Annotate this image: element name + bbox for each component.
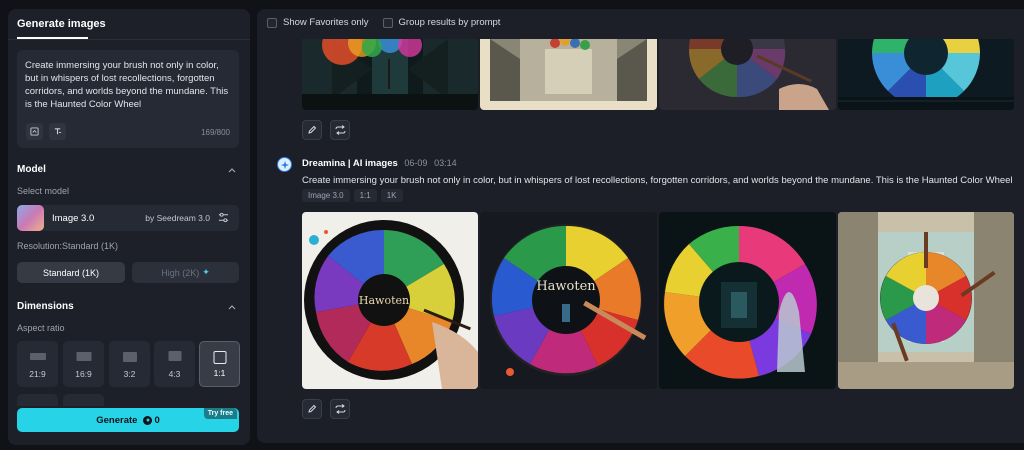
chevron-up-icon[interactable] xyxy=(227,165,237,175)
resolution-high-label: High (2K) xyxy=(161,267,200,278)
settings-sliders-icon[interactable] xyxy=(218,212,229,223)
aspect-21-9[interactable]: 21:9 xyxy=(17,341,58,387)
prompt-counter: 169/800 xyxy=(201,128,230,137)
filter-bar: Show Favorites only Group results by pro… xyxy=(267,17,500,28)
color-wheel-figure-image: Hawoten xyxy=(480,212,657,389)
aspect-label: 4:3 xyxy=(168,369,181,379)
tag-ratio: 1:1 xyxy=(353,189,377,202)
regenerate-button[interactable] xyxy=(330,120,350,140)
tab-bar: Generate images xyxy=(8,9,250,40)
resolution-label: Resolution:Standard (1K) xyxy=(17,241,119,251)
sketch-corridor-image xyxy=(480,39,657,110)
credit-icon: ● xyxy=(143,415,153,425)
group-author: Dreamina | AI images 06-09 03:14 xyxy=(302,158,457,169)
results-panel: Show Favorites only Group results by pro… xyxy=(257,9,1024,443)
color-wheel-ghost-image xyxy=(659,212,836,389)
generate-button[interactable]: Generate ● 0 Try free xyxy=(17,408,239,432)
chevron-up-icon[interactable] xyxy=(227,302,237,312)
generation-tags: Image 3.0 1:1 1K xyxy=(302,189,403,202)
repeat-icon xyxy=(335,125,345,135)
tag-resolution: 1K xyxy=(380,189,403,202)
color-wheel-castle-image: Hawoten xyxy=(302,212,478,389)
text-icon xyxy=(54,128,62,135)
resolution-standard-label: Standard (1K) xyxy=(42,267,100,278)
group-checkbox[interactable] xyxy=(382,17,393,28)
generated-image-4[interactable] xyxy=(838,212,1014,389)
edit-prompt-button[interactable] xyxy=(302,399,322,419)
ratio-shape-icon xyxy=(122,352,137,362)
group-time: 03:14 xyxy=(434,158,457,168)
image-reference-button[interactable] xyxy=(26,123,43,140)
aspect-label: 1:1 xyxy=(213,368,226,378)
credit-cost: ● 0 xyxy=(143,414,160,426)
model-section-title: Model xyxy=(17,164,46,175)
previous-image-3[interactable] xyxy=(659,39,836,110)
sparkle-icon: ✦ xyxy=(202,267,210,277)
aspect-1-1[interactable]: 1:1 xyxy=(199,341,240,387)
generated-image-2[interactable]: Hawoten xyxy=(480,212,657,389)
previous-image-1[interactable] xyxy=(302,39,478,110)
pencil-icon xyxy=(308,404,317,413)
group-filter[interactable]: Group results by prompt xyxy=(382,17,501,28)
text-format-button[interactable] xyxy=(49,123,66,140)
model-provider: by Seedream 3.0 xyxy=(145,213,210,223)
resolution-high-button[interactable]: High (2K) ✦ xyxy=(132,262,239,283)
favorites-checkbox[interactable] xyxy=(267,17,277,28)
try-free-badge: Try free xyxy=(203,408,237,419)
favorites-label: Show Favorites only xyxy=(283,17,369,28)
tag-model: Image 3.0 xyxy=(302,189,350,202)
author-name: Dreamina | AI images xyxy=(302,158,398,169)
select-model-label: Select model xyxy=(17,186,70,196)
colorwheel-tile-image xyxy=(838,39,1014,110)
model-selector[interactable]: Image 3.0 by Seedream 3.0 xyxy=(17,205,239,231)
dimensions-section-title: Dimensions xyxy=(17,301,74,312)
aspect-option-peek[interactable] xyxy=(63,394,104,406)
resolution-standard-button[interactable]: Standard (1K) xyxy=(17,262,125,283)
tab-generate-images[interactable]: Generate images xyxy=(17,18,106,30)
aspect-4-3[interactable]: 4:3 xyxy=(154,341,195,387)
image-ref-icon xyxy=(30,127,39,136)
aspect-label: 3:2 xyxy=(123,369,136,379)
tab-indicator xyxy=(17,37,88,39)
aspect-ratio-label: Aspect ratio xyxy=(17,323,65,333)
generate-label: Generate xyxy=(96,414,138,426)
ratio-shape-icon xyxy=(168,351,181,361)
aspect-16-9[interactable]: 16:9 xyxy=(63,341,104,387)
edit-prompt-button[interactable] xyxy=(302,120,322,140)
previous-image-4[interactable] xyxy=(838,39,1014,110)
color-wheel-room-image xyxy=(838,212,1014,389)
model-thumbnail xyxy=(17,205,44,231)
haunted-corridor-image xyxy=(302,39,478,110)
aspect-option-peek[interactable] xyxy=(17,394,58,406)
aspect-label: 16:9 xyxy=(75,369,92,379)
group-prompt: Create immersing your brush not only in … xyxy=(302,175,1013,186)
dreamina-logo-icon xyxy=(277,157,292,172)
ratio-shape-icon xyxy=(29,353,46,360)
generated-image-1[interactable]: Hawoten xyxy=(302,212,478,389)
group-date: 06-09 xyxy=(404,158,428,168)
regenerate-button[interactable] xyxy=(330,399,350,419)
previous-image-2[interactable] xyxy=(480,39,657,110)
group-label: Group results by prompt xyxy=(398,17,501,28)
image-title-text: Hawoten xyxy=(359,294,409,307)
prompt-textarea[interactable]: Create immersing your brush not only in … xyxy=(17,50,239,148)
pencil-icon xyxy=(308,125,317,134)
credit-count: 0 xyxy=(154,414,160,426)
favorites-filter[interactable]: Show Favorites only xyxy=(267,17,369,28)
generate-panel: Generate images Create immersing your br… xyxy=(8,9,250,445)
prompt-text[interactable]: Create immersing your brush not only in … xyxy=(25,59,233,111)
aspect-3-2[interactable]: 3:2 xyxy=(109,341,150,387)
aspect-label: 21:9 xyxy=(29,369,46,379)
repeat-icon xyxy=(335,404,345,414)
painting-hand-image xyxy=(659,39,836,110)
generated-image-3[interactable] xyxy=(659,212,836,389)
image-title-text: Hawoten xyxy=(536,279,596,294)
model-name: Image 3.0 xyxy=(52,213,95,224)
ratio-shape-icon xyxy=(76,352,91,361)
ratio-shape-icon xyxy=(213,351,226,364)
